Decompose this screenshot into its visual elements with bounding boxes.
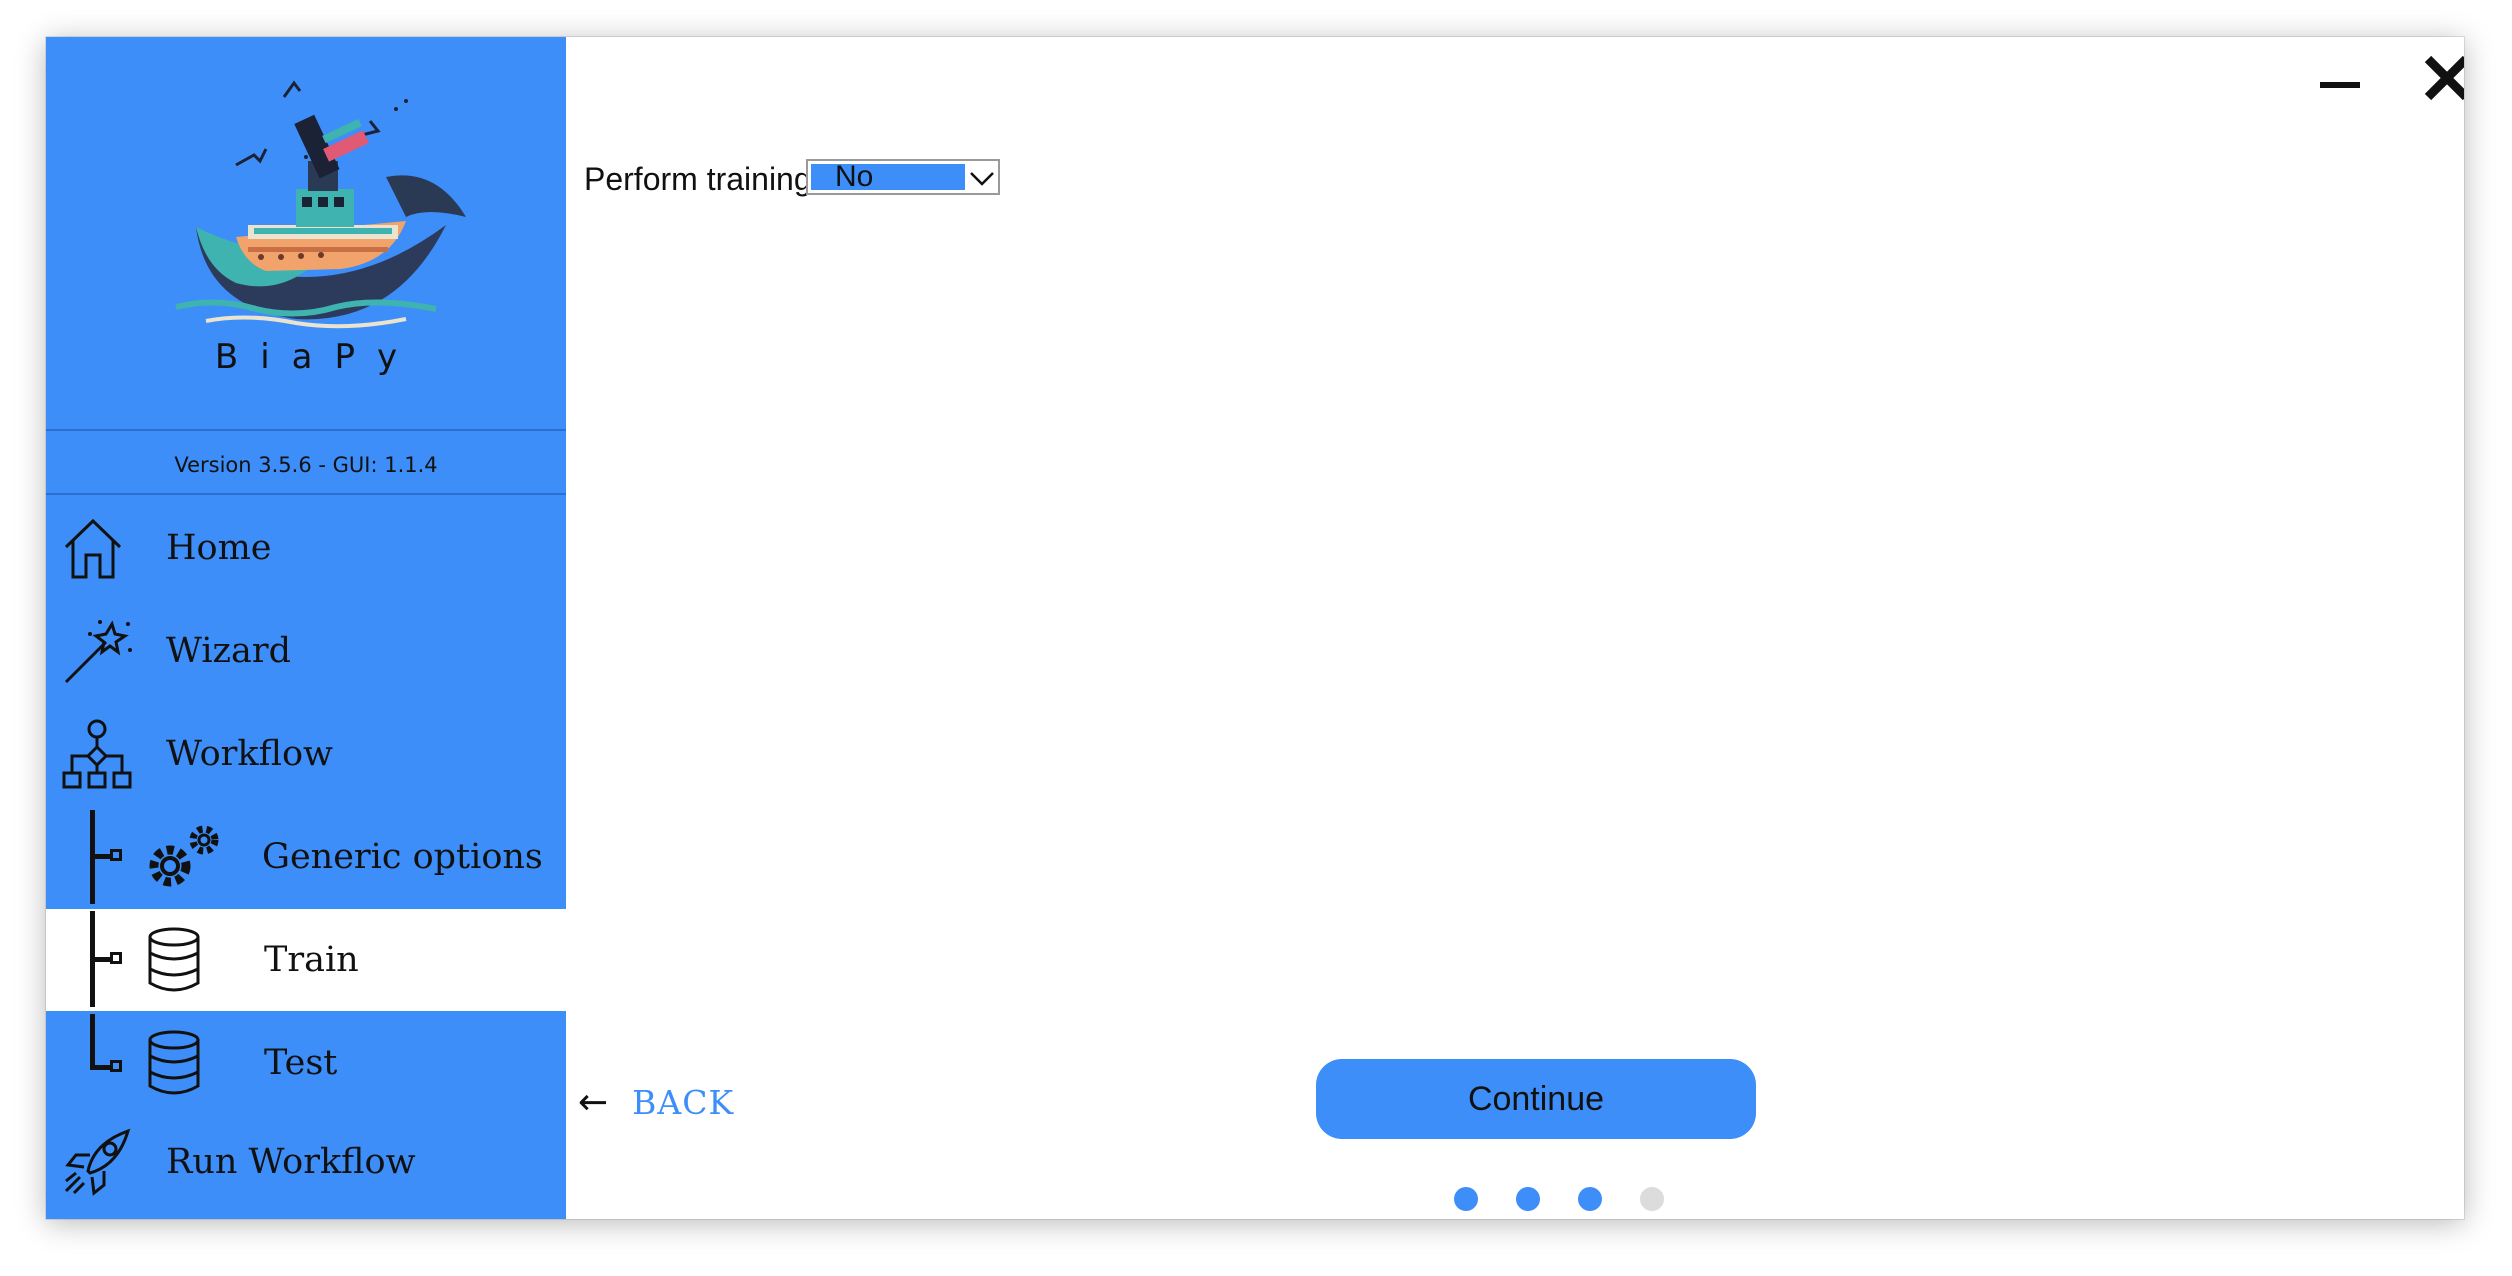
progress-dot bbox=[1454, 1187, 1478, 1211]
app-window: BiaPy Version 3.5.6 - GUI: 1.1.4 Home Wi… bbox=[46, 37, 2464, 1219]
sidebar-divider-top bbox=[46, 429, 566, 431]
perform-training-select[interactable]: No bbox=[806, 159, 1000, 195]
home-icon bbox=[64, 518, 122, 579]
sidebar-item-workflow[interactable]: Workflow bbox=[46, 703, 566, 805]
sidebar-item-label: Run Workflow bbox=[166, 1142, 416, 1182]
minimize-button[interactable] bbox=[2318, 69, 2362, 99]
logo-area: BiaPy bbox=[46, 37, 566, 429]
sidebar-item-label: Home bbox=[166, 528, 272, 568]
app-name: BiaPy bbox=[214, 337, 420, 377]
magic-wand-icon bbox=[64, 620, 132, 684]
minimize-icon bbox=[2320, 82, 2360, 88]
back-button[interactable]: ← BACK bbox=[578, 1077, 734, 1127]
tree-node bbox=[110, 849, 122, 861]
sidebar-item-test[interactable]: Test bbox=[46, 1012, 566, 1114]
back-arrow-icon: ← bbox=[578, 1081, 609, 1123]
continue-button[interactable]: Continue bbox=[1316, 1059, 1756, 1139]
sidebar-item-label: Train bbox=[264, 940, 359, 980]
sidebar-item-train[interactable]: Train bbox=[46, 909, 566, 1011]
sidebar-item-generic-options[interactable]: Generic options bbox=[46, 806, 566, 908]
sidebar-divider-bottom bbox=[46, 493, 566, 495]
progress-dot bbox=[1578, 1187, 1602, 1211]
sidebar-item-label: Wizard bbox=[166, 631, 291, 671]
sidebar-item-home[interactable]: Home bbox=[46, 497, 566, 599]
biapy-logo bbox=[175, 80, 466, 329]
gears-icon bbox=[149, 825, 219, 887]
perform-training-value: No bbox=[811, 162, 965, 192]
tree-branch bbox=[90, 957, 112, 962]
version-label: Version 3.5.6 - GUI: 1.1.4 bbox=[174, 453, 438, 477]
sidebar-item-wizard[interactable]: Wizard bbox=[46, 600, 566, 702]
database-icon bbox=[148, 1030, 200, 1095]
tree-line bbox=[90, 1014, 95, 1070]
progress-dot bbox=[1640, 1187, 1664, 1211]
tree-branch bbox=[90, 1065, 112, 1070]
tree-branch bbox=[90, 854, 112, 859]
workflow-icon bbox=[62, 719, 132, 789]
perform-training-label: Perform training bbox=[584, 161, 812, 197]
rocket-icon bbox=[64, 1128, 131, 1196]
chevron-down-icon bbox=[970, 172, 994, 186]
back-label: BACK bbox=[632, 1082, 735, 1122]
sidebar-item-label: Test bbox=[264, 1043, 338, 1083]
database-icon bbox=[148, 927, 200, 992]
sidebar-item-label: Workflow bbox=[166, 734, 333, 774]
sidebar-item-run-workflow[interactable]: Run Workflow bbox=[46, 1111, 566, 1213]
main-content: Perform training No ← BACK Continue bbox=[566, 37, 2464, 1219]
tree-node bbox=[110, 1060, 122, 1072]
tree-node bbox=[110, 952, 122, 964]
sidebar-item-label: Generic options bbox=[262, 837, 543, 877]
close-button[interactable] bbox=[2422, 53, 2464, 103]
sidebar: BiaPy Version 3.5.6 - GUI: 1.1.4 Home Wi… bbox=[46, 37, 566, 1219]
progress-dot bbox=[1516, 1187, 1540, 1211]
progress-dots bbox=[1454, 1187, 1664, 1211]
close-icon bbox=[2424, 55, 2464, 101]
